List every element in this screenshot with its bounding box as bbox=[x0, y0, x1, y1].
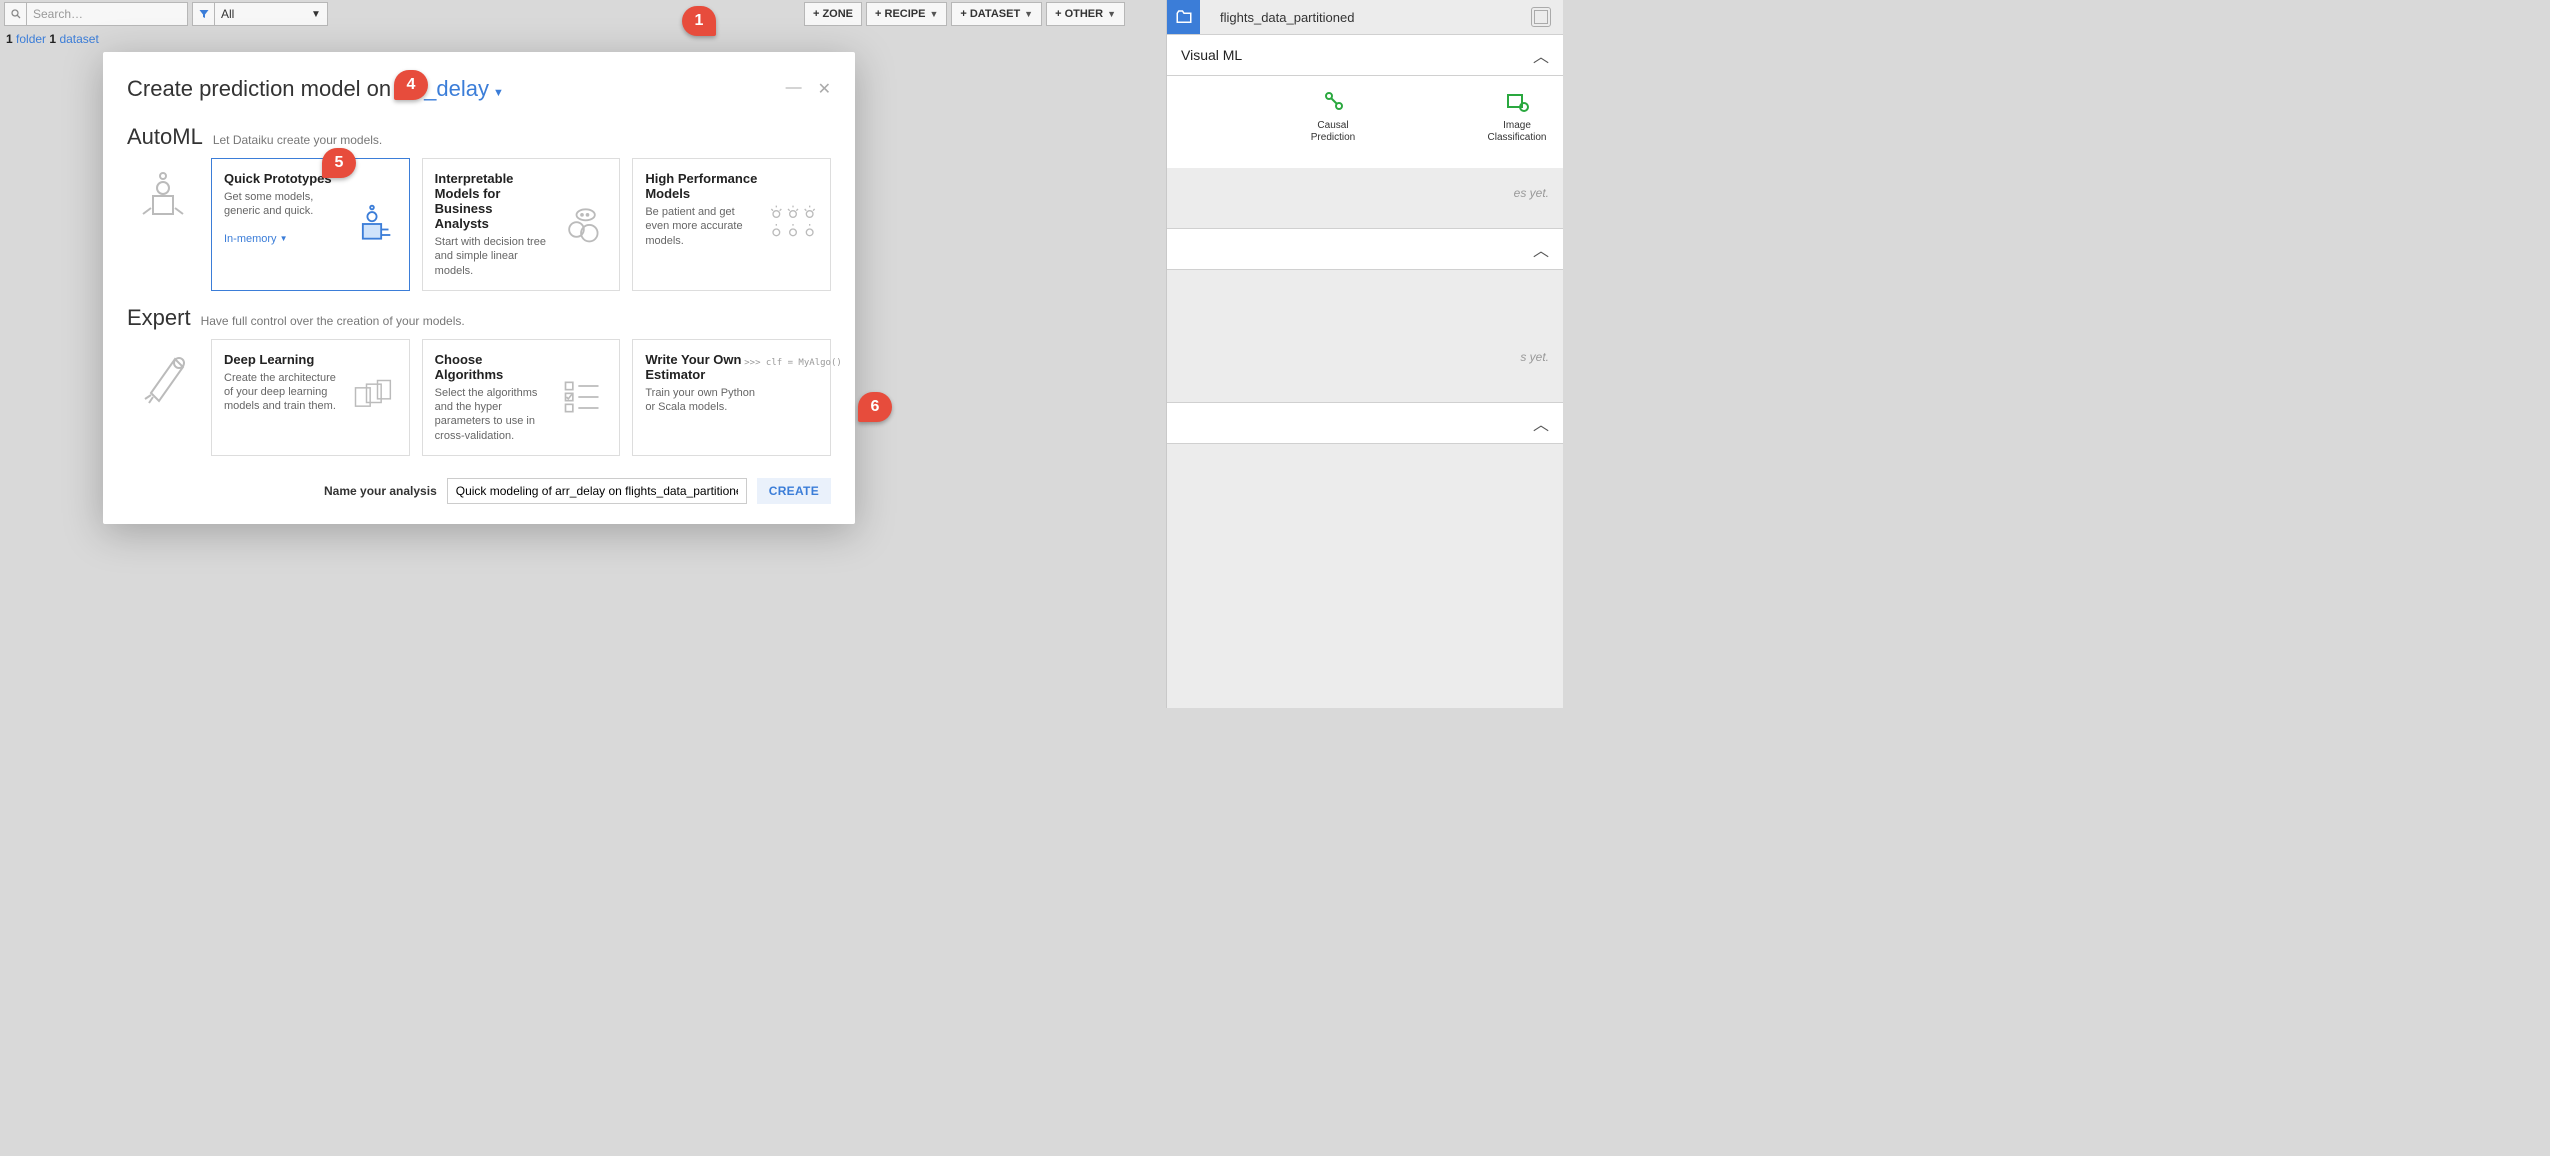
create-prediction-modal: Create prediction model on arr_delay▼ — … bbox=[103, 52, 855, 524]
expert-icon bbox=[127, 339, 199, 411]
automl-section: AutoML Let Dataiku create your models. Q… bbox=[103, 114, 855, 295]
add-other-button[interactable]: + OTHER▼ bbox=[1046, 2, 1125, 26]
filter-value: All bbox=[215, 7, 305, 21]
annotation-6: 6 bbox=[858, 392, 892, 422]
create-button[interactable]: CREATE bbox=[757, 478, 831, 504]
code-snippet: >>> clf = MyAlgo() bbox=[768, 352, 818, 443]
choose-algorithms-card[interactable]: Choose Algorithms Select the algorithms … bbox=[422, 339, 621, 456]
crowd-icon bbox=[768, 171, 818, 278]
modal-title: Create prediction model on arr_delay▼ bbox=[127, 76, 504, 102]
quick-prototypes-card[interactable]: Quick Prototypes Get some models, generi… bbox=[211, 158, 410, 291]
filter-dropdown[interactable]: All ▼ bbox=[192, 2, 328, 26]
close-icon[interactable]: ✕ bbox=[818, 79, 831, 99]
minimize-icon[interactable]: — bbox=[786, 79, 802, 99]
visual-ml-section-header[interactable]: Visual ML ︿ bbox=[1167, 34, 1563, 76]
panel-section-2[interactable]: ︿ bbox=[1167, 228, 1563, 270]
engine-dropdown[interactable]: In-memory▼ bbox=[224, 233, 339, 245]
image-cls-icon bbox=[1503, 88, 1531, 116]
analysis-name-input[interactable] bbox=[447, 478, 747, 504]
panel-section-3[interactable]: ︿ bbox=[1167, 402, 1563, 444]
modal-header: Create prediction model on arr_delay▼ — … bbox=[103, 76, 855, 114]
visual-ml-section-body: x Causal Prediction ng Image Classificat… bbox=[1167, 76, 1563, 168]
filter-icon bbox=[193, 3, 215, 25]
interpretable-models-card[interactable]: Interpretable Models for Business Analys… bbox=[422, 158, 621, 291]
causal-prediction-item[interactable]: Causal Prediction bbox=[1301, 88, 1365, 144]
high-performance-card[interactable]: High Performance Models Be patient and g… bbox=[632, 158, 831, 291]
causal-icon bbox=[1319, 88, 1347, 116]
right-panel: flights_data_partitioned Visual ML ︿ x C… bbox=[1166, 0, 1563, 708]
folder-link[interactable]: folder bbox=[16, 32, 46, 46]
analysis-name-label: Name your analysis bbox=[324, 484, 437, 498]
chevron-up-icon: ︿ bbox=[1533, 237, 1549, 261]
chevron-down-icon: ▼ bbox=[1107, 9, 1116, 19]
empty-note: es yet. bbox=[1167, 168, 1563, 218]
expert-section: Expert Have full control over the creati… bbox=[103, 295, 855, 460]
right-panel-header: flights_data_partitioned bbox=[1167, 0, 1563, 34]
add-zone-button[interactable]: + ZONE bbox=[804, 2, 862, 26]
add-dataset-button[interactable]: + DATASET▼ bbox=[951, 2, 1042, 26]
robot-icon bbox=[347, 171, 397, 278]
chevron-down-icon: ▼ bbox=[305, 9, 327, 20]
folder-tab[interactable] bbox=[1167, 0, 1200, 34]
dataset-title: flights_data_partitioned bbox=[1200, 10, 1531, 25]
annotation-5: 5 bbox=[322, 148, 356, 178]
chevron-up-icon: ︿ bbox=[1533, 43, 1549, 67]
image-classification-item[interactable]: Image Classification bbox=[1485, 88, 1549, 144]
annotation-1: 1 bbox=[682, 6, 716, 36]
layers-icon bbox=[347, 352, 397, 443]
search-input[interactable] bbox=[27, 7, 187, 21]
write-own-estimator-card[interactable]: Write Your Own Estimator Train your own … bbox=[632, 339, 831, 456]
search-box[interactable] bbox=[4, 2, 188, 26]
chevron-down-icon: ▼ bbox=[493, 87, 504, 99]
add-recipe-button[interactable]: + RECIPE▼ bbox=[866, 2, 947, 26]
chevron-up-icon: ︿ bbox=[1533, 411, 1549, 435]
dataset-link[interactable]: dataset bbox=[59, 32, 98, 46]
empty-note-2: s yet. bbox=[1167, 270, 1563, 382]
search-icon bbox=[5, 3, 27, 25]
copy-icon[interactable] bbox=[1531, 7, 1551, 27]
deep-learning-card[interactable]: Deep Learning Create the architecture of… bbox=[211, 339, 410, 456]
automl-icon bbox=[127, 158, 199, 230]
modal-footer: Name your analysis CREATE bbox=[103, 460, 855, 504]
chevron-down-icon: ▼ bbox=[1024, 9, 1033, 19]
analyst-icon bbox=[557, 171, 607, 278]
annotation-4: 4 bbox=[394, 70, 428, 100]
chevron-down-icon: ▼ bbox=[929, 9, 938, 19]
checklist-icon bbox=[557, 352, 607, 443]
